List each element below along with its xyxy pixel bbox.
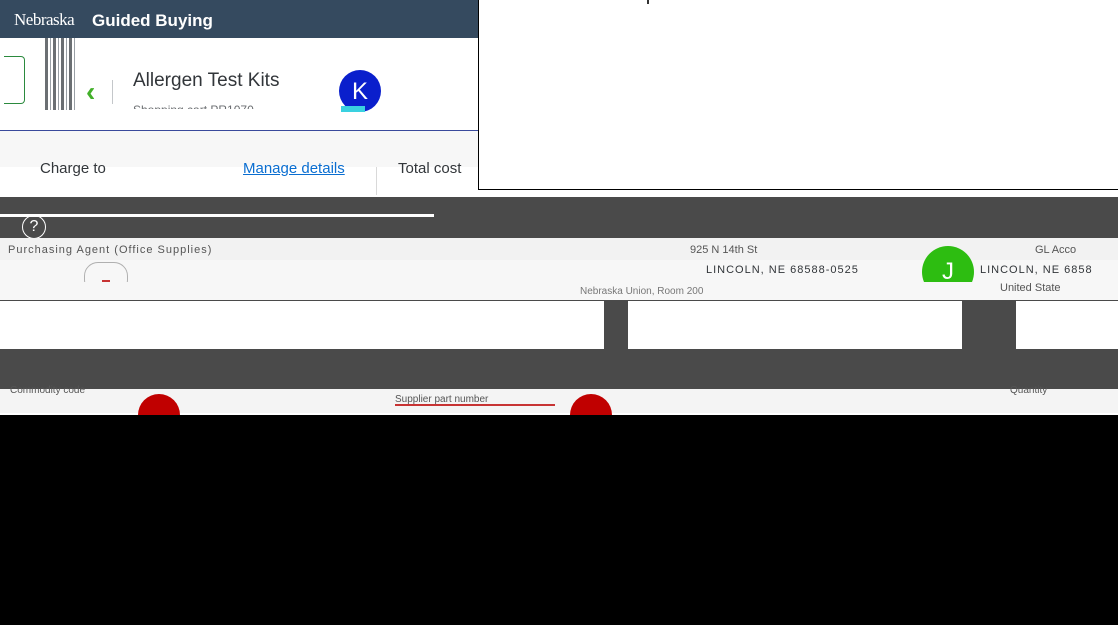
line-items-header-band — [0, 349, 1118, 389]
charge-separator — [376, 167, 377, 195]
popover-cursor-mark — [647, 0, 649, 4]
total-cost-label: Total cost — [398, 160, 462, 177]
avatar-highlight — [341, 106, 365, 112]
gl-account-label: GL Acco — [1035, 244, 1077, 256]
charge-to-label: Charge to — [40, 160, 106, 177]
country-row — [0, 282, 1118, 300]
details-gap — [0, 301, 1118, 349]
redacted-region — [0, 415, 1118, 625]
error-underline — [395, 404, 555, 406]
ship-to-name: Purchasing Agent (Office Supplies) — [8, 244, 213, 256]
manage-details-link[interactable]: Manage details — [243, 160, 345, 177]
commodity-code-label: Commodity code — [10, 385, 86, 396]
page-title: Allergen Test Kits — [133, 70, 280, 91]
column-marker-b — [962, 301, 1016, 349]
header-divider — [112, 80, 113, 104]
ship-to-street: 925 N 14th St — [690, 244, 758, 256]
nebraska-logo[interactable]: Nebraska — [14, 10, 75, 30]
question-icon[interactable]: ? — [22, 215, 46, 239]
side-panel-toggle-button[interactable] — [4, 56, 25, 104]
quantity-label: Quantity — [1010, 385, 1048, 396]
column-marker-a — [604, 301, 628, 349]
chevron-left-icon[interactable]: ‹ — [86, 76, 95, 108]
app-title: Guided Buying — [92, 11, 213, 30]
bill-to-country: United State — [1000, 282, 1061, 294]
ship-to-city: LINCOLN, NE 68588-0525 — [706, 264, 859, 276]
bill-to-city: LINCOLN, NE 6858 — [980, 264, 1093, 276]
page-subtitle: Shopping cart PR1070 — [133, 100, 338, 109]
scan-artifact-stripe — [45, 38, 75, 110]
popover-panel — [478, 0, 1118, 190]
band-highlight-strip — [0, 214, 434, 217]
ship-to-building: Nebraska Union, Room 200 — [580, 286, 704, 297]
